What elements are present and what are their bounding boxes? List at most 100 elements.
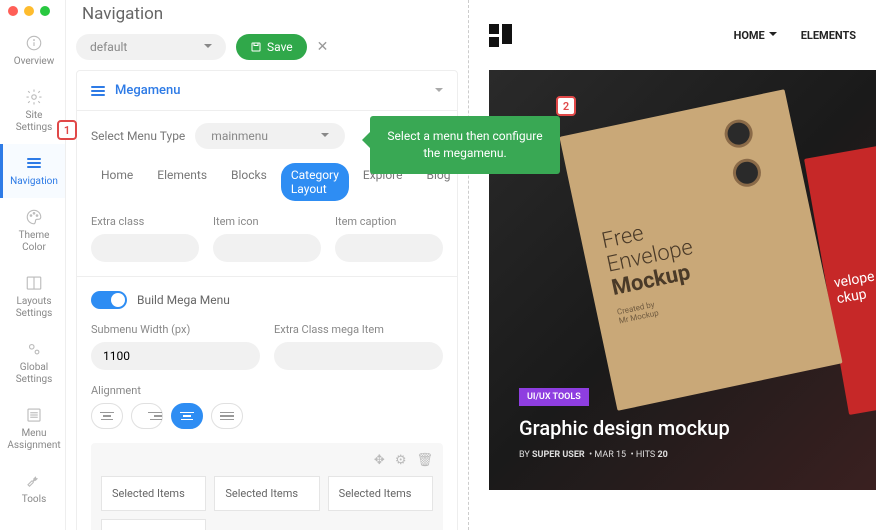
list-icon xyxy=(25,406,43,424)
tab-blocks[interactable]: Blocks xyxy=(221,163,277,201)
hero-meta: BY SUPER USER • MAR 15 • HITS 20 xyxy=(519,450,730,460)
sidebar-label: Site Settings xyxy=(16,110,53,134)
palette-icon xyxy=(25,208,43,226)
layout-cell[interactable]: Selected Items xyxy=(101,519,206,530)
trash-icon[interactable]: 🗑 xyxy=(416,453,433,468)
item-icon-label: Item icon xyxy=(213,215,321,228)
logo-icon[interactable] xyxy=(489,24,512,47)
layout-cell[interactable]: Selected Items xyxy=(101,476,206,511)
panel-title: Navigation xyxy=(76,0,458,34)
callout-marker-2: 2 xyxy=(556,96,576,116)
layout-builder: ✥ ⚙ 🗑 Selected Items Selected Items Sele… xyxy=(91,443,443,530)
extra-class-mega-input[interactable] xyxy=(274,342,443,370)
gears-icon xyxy=(25,340,43,358)
alignment-label: Alignment xyxy=(91,384,443,397)
sidebar-item-tools[interactable]: Tools xyxy=(0,462,65,516)
divider xyxy=(77,276,457,277)
nav-label: HOME xyxy=(734,29,765,42)
preview-pane: HOME ELEMENTS velope ckup FreeEnvelopeMo… xyxy=(468,0,876,530)
submenu-width-label: Submenu Width (px) xyxy=(91,323,260,336)
save-label: Save xyxy=(267,40,293,54)
align-justify-button[interactable] xyxy=(211,403,243,429)
sidebar-label: Overview xyxy=(14,56,55,68)
maximize-dot[interactable] xyxy=(40,6,50,16)
settings-panel: Navigation default Save ✕ Megamenu Selec… xyxy=(66,0,468,530)
hero-title[interactable]: Graphic design mockup xyxy=(519,416,730,440)
sidebar-label: Global Settings xyxy=(16,362,53,386)
sidebar-item-overview[interactable]: Overview xyxy=(0,24,65,78)
sidebar-label: Layouts Settings xyxy=(16,296,53,320)
wrench-icon xyxy=(25,472,43,490)
align-right-button[interactable] xyxy=(131,403,163,429)
menu-icon xyxy=(91,86,105,96)
sidebar-label: Tools xyxy=(22,494,46,506)
section-header[interactable]: Megamenu xyxy=(77,71,457,111)
item-caption-input[interactable] xyxy=(335,234,443,262)
gear-icon xyxy=(25,88,43,106)
preview-nav: HOME ELEMENTS xyxy=(734,29,856,42)
section-title: Megamenu xyxy=(115,83,180,98)
sidebar-label: Navigation xyxy=(10,176,58,188)
sidebar: Overview Site Settings Navigation Theme … xyxy=(0,0,66,530)
preview-header: HOME ELEMENTS xyxy=(469,0,876,70)
close-button[interactable]: ✕ xyxy=(317,39,329,55)
save-button[interactable]: Save xyxy=(236,34,307,60)
align-left-button[interactable] xyxy=(91,403,123,429)
sidebar-item-navigation[interactable]: Navigation xyxy=(0,144,65,198)
envelope-mockup: FreeEnvelopeMockup Created by Mr Mockup xyxy=(559,89,842,411)
sidebar-item-menu-assignment[interactable]: Menu Assignment xyxy=(0,396,65,462)
nav-home[interactable]: HOME xyxy=(734,29,777,42)
layout-icon xyxy=(25,274,43,292)
info-icon xyxy=(25,34,43,52)
tab-category-layout[interactable]: Category Layout xyxy=(281,163,349,201)
sidebar-item-global[interactable]: Global Settings xyxy=(0,330,65,396)
profile-select[interactable]: default xyxy=(76,34,226,60)
align-center-button[interactable] xyxy=(171,403,203,429)
layout-cell[interactable]: Selected Items xyxy=(214,476,319,511)
build-mega-toggle[interactable] xyxy=(91,291,127,309)
layout-cell[interactable]: Selected Items xyxy=(328,476,433,511)
hero-content: UI/UX TOOLS Graphic design mockup BY SUP… xyxy=(519,384,730,460)
sidebar-item-site-settings[interactable]: Site Settings xyxy=(0,78,65,144)
settings-icon[interactable]: ⚙ xyxy=(395,453,407,468)
chevron-down-icon xyxy=(204,44,212,52)
tab-elements[interactable]: Elements xyxy=(147,163,217,201)
minimize-dot[interactable] xyxy=(24,6,34,16)
profile-value: default xyxy=(90,40,127,54)
move-icon[interactable]: ✥ xyxy=(374,453,385,468)
callout-marker-1: 1 xyxy=(57,120,77,140)
menu-type-value: mainmenu xyxy=(211,129,268,143)
tab-home[interactable]: Home xyxy=(91,163,143,201)
close-dot[interactable] xyxy=(8,6,18,16)
extra-class-mega-label: Extra Class mega Item xyxy=(274,323,443,336)
meta-by: BY xyxy=(519,450,532,460)
submenu-width-input[interactable] xyxy=(91,342,260,370)
item-icon-input[interactable] xyxy=(213,234,321,262)
sidebar-item-layouts[interactable]: Layouts Settings xyxy=(0,264,65,330)
save-icon xyxy=(250,41,262,53)
sidebar-label: Menu Assignment xyxy=(7,428,60,452)
window-controls xyxy=(8,6,50,16)
menu-icon xyxy=(25,154,43,172)
sidebar-item-theme-color[interactable]: Theme Color xyxy=(0,198,65,264)
meta-author: SUPER USER xyxy=(532,450,585,460)
meta-hits: 20 xyxy=(657,450,667,460)
menu-type-select[interactable]: mainmenu xyxy=(195,123,345,149)
extra-class-label: Extra class xyxy=(91,215,199,228)
item-caption-label: Item caption xyxy=(335,215,443,228)
tooltip: Select a menu then configure the megamen… xyxy=(370,116,560,174)
menu-type-label: Select Menu Type xyxy=(91,129,185,143)
thread-button-icon xyxy=(722,117,755,150)
nav-label: ELEMENTS xyxy=(801,29,856,42)
extra-class-input[interactable] xyxy=(91,234,199,262)
chevron-down-icon xyxy=(435,88,443,96)
meta-hits-label: HITS xyxy=(636,450,658,460)
thread-button-icon xyxy=(730,156,763,189)
chevron-down-icon xyxy=(769,32,777,40)
chevron-down-icon xyxy=(321,133,329,141)
nav-elements[interactable]: ELEMENTS xyxy=(801,29,856,42)
meta-date: MAR 15 xyxy=(594,450,626,460)
category-badge[interactable]: UI/UX TOOLS xyxy=(519,388,589,406)
build-mega-label: Build Mega Menu xyxy=(137,293,230,307)
sidebar-label: Theme Color xyxy=(19,230,50,254)
